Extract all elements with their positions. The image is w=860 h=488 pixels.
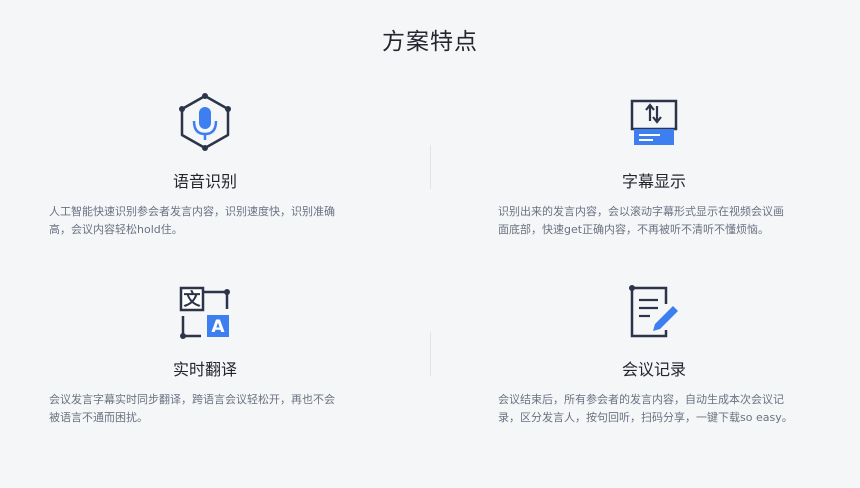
feature-subtitle-display: 字幕显示 识别出来的发言内容，会以滚动字幕形式显示在视频会议画 面底部，快速ge… <box>498 92 828 252</box>
feature-title: 会议记录 <box>621 360 686 379</box>
feature-desc: 人工智能快速识别参会者发言内容，识别速度快，识别准确 高，会议内容轻松hold住… <box>49 205 335 236</box>
feature-meeting-minutes: 会议记录 会议结束后，所有参会者的发言内容，自动生成本次会议记 录，区分发言人，… <box>498 282 828 442</box>
feature-desc: 识别出来的发言内容，会以滚动字幕形式显示在视频会议画 面底部，快速get正确内容… <box>498 205 784 236</box>
document-edit-icon <box>624 282 684 342</box>
translate-zh-glyph: 文 <box>184 289 202 310</box>
translate-en-glyph: A <box>211 317 225 337</box>
microphone-hexagon-icon <box>175 92 235 152</box>
column-divider-bottom <box>430 332 431 376</box>
page-title: 方案特点 <box>382 29 478 55</box>
feature-realtime-translation: 文 A 实时翻译 会议发言字幕实时同步翻译，跨语言会议轻松开，再也不会 被语言不… <box>49 282 379 442</box>
feature-desc: 会议发言字幕实时同步翻译，跨语言会议轻松开，再也不会 被语言不通而困扰。 <box>49 393 335 424</box>
subtitle-screen-icon <box>624 92 684 152</box>
feature-desc: 会议结束后，所有参会者的发言内容，自动生成本次会议记 录，区分发言人，按句回听，… <box>498 393 793 424</box>
feature-title: 语音识别 <box>172 172 237 191</box>
translate-icon: 文 A <box>175 282 235 342</box>
column-divider-top <box>430 145 431 189</box>
feature-speech-recognition: 语音识别 人工智能快速识别参会者发言内容，识别速度快，识别准确 高，会议内容轻松… <box>49 92 379 252</box>
feature-title: 字幕显示 <box>621 172 686 191</box>
feature-title: 实时翻译 <box>172 360 237 379</box>
